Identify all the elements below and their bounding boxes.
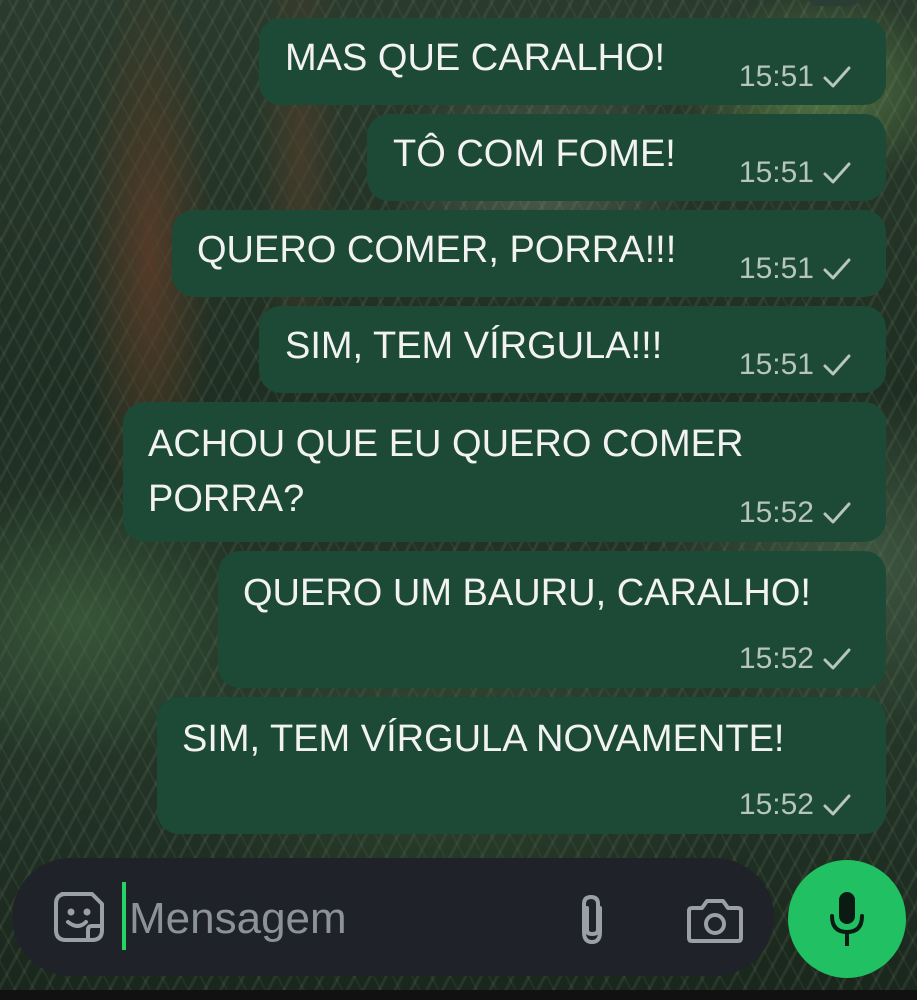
message-time: 15:51 (738, 252, 814, 285)
sticker-icon[interactable] (52, 890, 106, 944)
message-text: TÔ COM FOME! (393, 133, 676, 175)
message-meta: 15:52 (739, 642, 852, 676)
single-check-icon (823, 162, 851, 184)
message-time: 15:52 (738, 642, 814, 675)
message-time: 15:52 (738, 788, 814, 821)
single-check-icon (823, 258, 851, 280)
message-bubble[interactable]: SIM, TEM VÍRGULA NOVAMENTE! 15:52 (157, 697, 886, 834)
voice-message-button[interactable] (788, 860, 906, 978)
message-text-line-2: PORRA? (148, 478, 305, 520)
single-check-icon (823, 502, 851, 524)
message-meta: 15:51 (739, 156, 852, 190)
navigation-strip (0, 990, 917, 1000)
message-bubble[interactable]: ACHOU QUE EU QUERO COMER PORRA? 15:52 (123, 402, 886, 542)
message-meta: 15:51 (739, 60, 852, 94)
message-meta: 15:51 (739, 348, 852, 382)
message-input[interactable]: Mensagem (129, 892, 347, 946)
paperclip-icon[interactable] (572, 892, 612, 948)
single-check-icon (823, 354, 851, 376)
message-text: SIM, TEM VÍRGULA!!! (285, 325, 663, 367)
single-check-icon (823, 66, 851, 88)
scroll-indicator (808, 0, 860, 6)
mic-icon (830, 892, 864, 946)
message-bubble[interactable]: TÔ COM FOME! 15:51 (367, 114, 886, 201)
message-meta: 15:52 (739, 788, 852, 822)
single-check-icon (823, 794, 851, 816)
message-text: QUERO COMER, PORRA!!! (197, 229, 677, 271)
message-text-line-1: ACHOU QUE EU QUERO COMER (148, 423, 744, 465)
message-meta: 15:52 (739, 496, 852, 530)
message-text: MAS QUE CARALHO! (285, 37, 666, 79)
message-time: 15:51 (738, 348, 814, 381)
message-composer[interactable] (12, 858, 774, 976)
message-time: 15:52 (738, 496, 814, 529)
message-bubble[interactable]: MAS QUE CARALHO! 15:51 (259, 18, 886, 105)
message-time: 15:51 (738, 60, 814, 93)
message-text: SIM, TEM VÍRGULA NOVAMENTE! (182, 718, 785, 760)
message-bubble[interactable]: QUERO COMER, PORRA!!! 15:51 (172, 210, 886, 297)
text-cursor (122, 882, 126, 950)
message-text: QUERO UM BAURU, CARALHO! (243, 572, 811, 614)
single-check-icon (823, 648, 851, 670)
message-meta: 15:51 (739, 252, 852, 286)
message-bubble[interactable]: SIM, TEM VÍRGULA!!! 15:51 (259, 306, 886, 393)
message-time: 15:51 (738, 156, 814, 189)
camera-icon[interactable] (686, 894, 744, 946)
message-bubble[interactable]: QUERO UM BAURU, CARALHO! 15:52 (218, 551, 886, 688)
